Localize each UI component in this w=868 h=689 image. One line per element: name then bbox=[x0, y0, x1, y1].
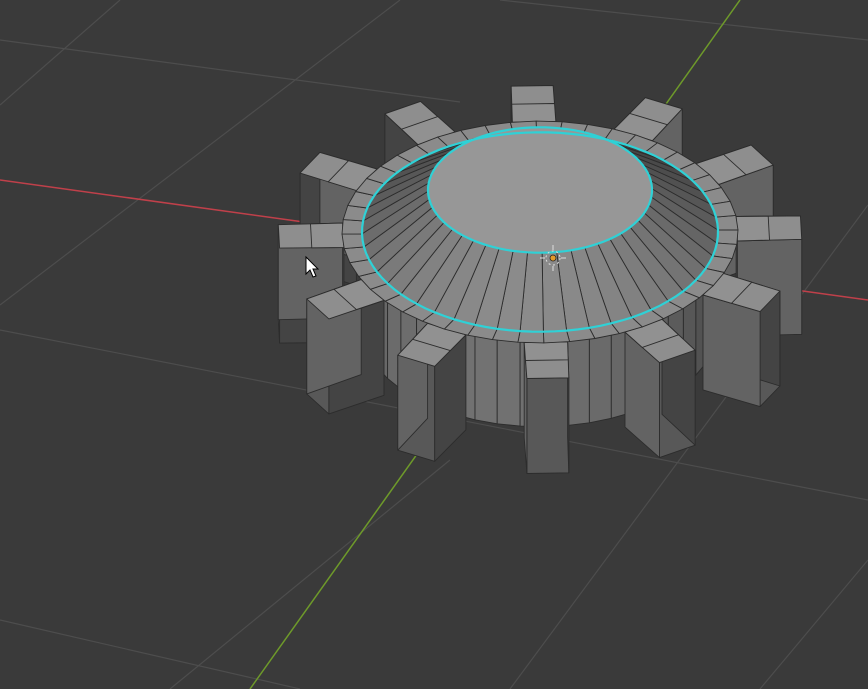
gear-tooth-top-segment bbox=[310, 222, 345, 249]
gear-disk-top bbox=[341, 233, 365, 250]
gear-body-side bbox=[496, 328, 521, 427]
gear-tooth-side bbox=[702, 294, 761, 408]
gear-disk-top bbox=[715, 214, 739, 231]
gear-tooth-top-segment bbox=[523, 341, 569, 361]
gear-tooth-side bbox=[526, 377, 570, 474]
gear-disk-top bbox=[517, 330, 545, 344]
gear-tooth-top-segment bbox=[735, 215, 770, 242]
gear-disk-top bbox=[341, 219, 364, 235]
gear-body-side bbox=[566, 327, 590, 427]
gear-tooth-top-segment bbox=[511, 103, 557, 123]
gear-disk-top bbox=[716, 229, 739, 245]
3d-viewport[interactable] bbox=[0, 0, 868, 689]
